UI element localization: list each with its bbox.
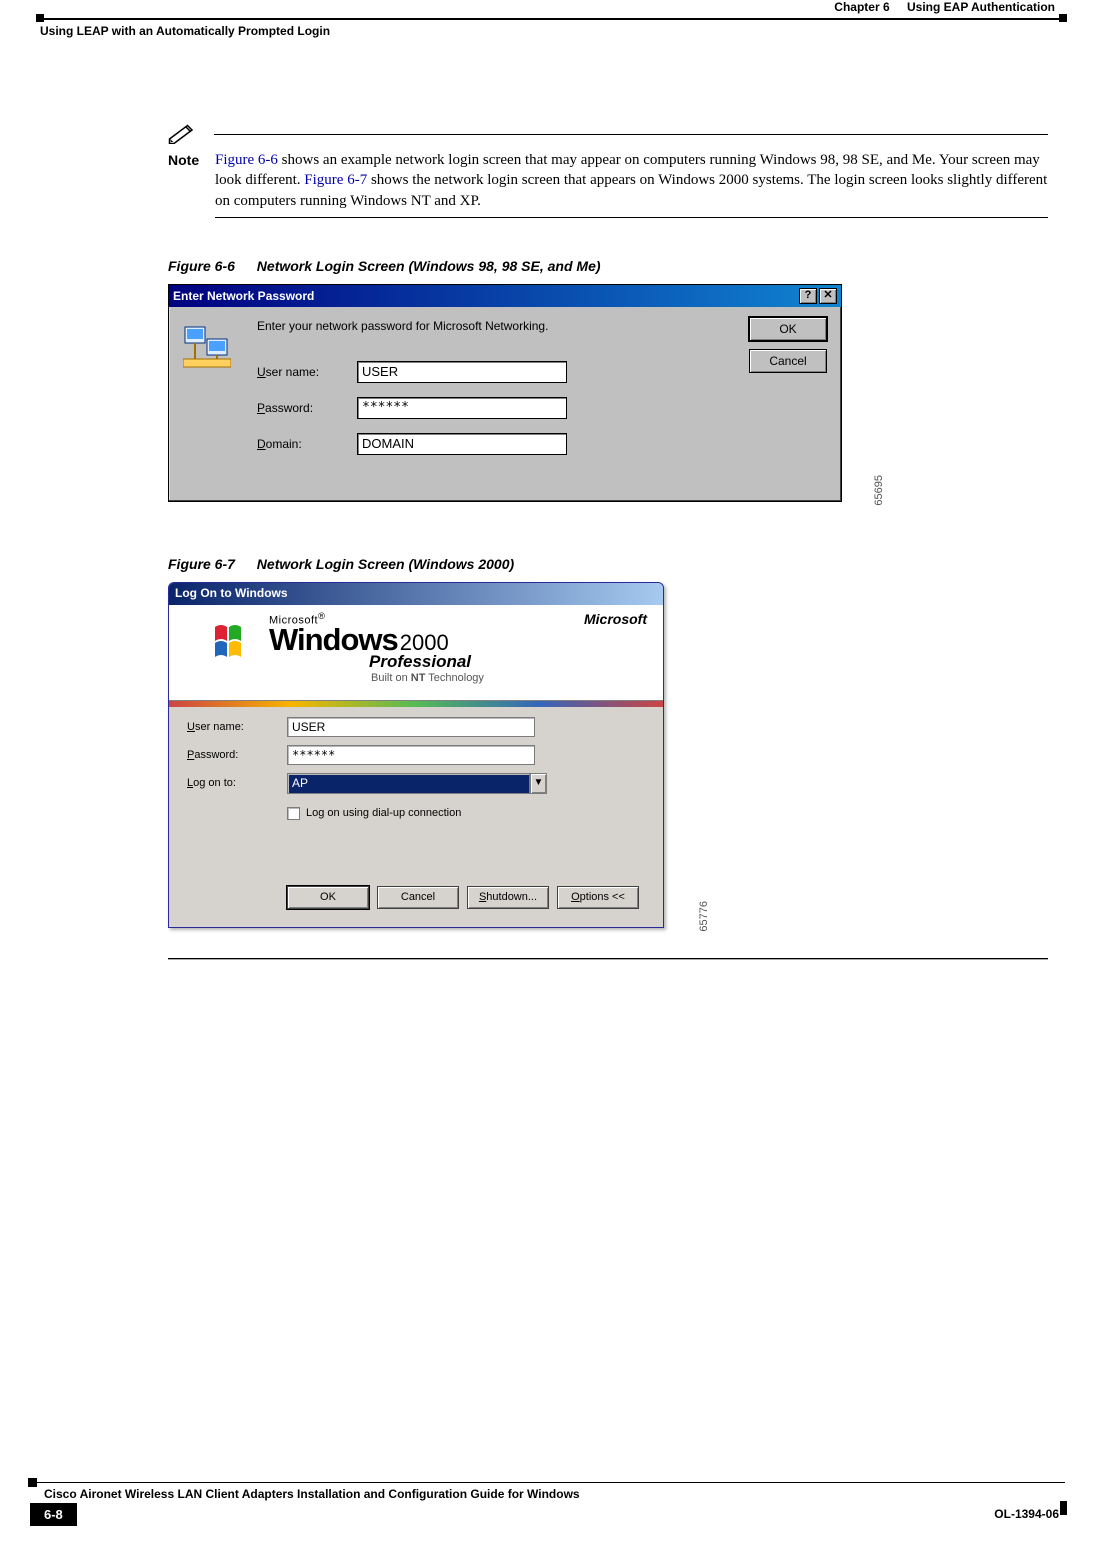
win2k-dialog: Log On to Windows Microsoft Microsoft® W…	[168, 582, 664, 928]
logonto-label: Log on to:	[187, 777, 236, 789]
page-number: 6-8	[30, 1503, 77, 1526]
page-content: Note Figure 6-6 shows an example network…	[168, 130, 1048, 960]
win98-prompt: Enter your network password for Microsof…	[257, 319, 548, 333]
note-body: Figure 6-6 shows an example network logi…	[215, 130, 1048, 211]
section-rule	[168, 958, 1048, 960]
windows-logo-text: Microsoft® Windows2000 Professional Buil…	[269, 611, 484, 685]
dialup-checkbox[interactable]: Log on using dial-up connection	[287, 807, 461, 820]
help-button[interactable]: ?	[799, 288, 817, 304]
xref-figure-6-6[interactable]: Figure 6-6	[215, 152, 278, 168]
figure-6-6-title: Network Login Screen (Windows 98, 98 SE,…	[257, 258, 601, 274]
header-rule	[38, 18, 1065, 20]
username-field[interactable]: USER	[357, 361, 567, 383]
ok-button[interactable]: OK	[749, 317, 827, 341]
win98-dialog: Enter Network Password ? ✕	[168, 284, 842, 502]
chapter-number: Chapter 6	[834, 0, 889, 14]
document-number: OL-1394-06	[994, 1507, 1065, 1521]
password-label-2k: Password:	[187, 749, 238, 761]
dialup-label: Log on using dial-up connection	[306, 807, 461, 819]
cancel-button[interactable]: Cancel	[749, 349, 827, 373]
win2k-title: Log On to Windows	[175, 586, 288, 600]
figure-6-7: 65776 Log On to Windows Microsoft Micros…	[168, 582, 688, 932]
network-icon	[183, 325, 231, 371]
figure-6-6-caption: Figure 6-6 Network Login Screen (Windows…	[168, 258, 1048, 274]
win98-title: Enter Network Password	[173, 289, 314, 303]
windows-flag-icon	[213, 623, 257, 663]
win2k-form: User name: USER Password: ****** Log on …	[169, 707, 663, 927]
cancel-button-2k[interactable]: Cancel	[377, 886, 459, 909]
username-label-2k: User name:	[187, 721, 244, 733]
logonto-combo[interactable]: AP ▼	[287, 773, 547, 794]
xref-figure-6-7[interactable]: Figure 6-7	[304, 172, 367, 188]
page-footer: Cisco Aironet Wireless LAN Client Adapte…	[30, 1482, 1065, 1525]
username-field-2k[interactable]: USER	[287, 717, 535, 737]
checkbox-icon[interactable]	[287, 807, 300, 820]
section-title: Using LEAP with an Automatically Prompte…	[40, 24, 330, 38]
figure-6-7-title: Network Login Screen (Windows 2000)	[257, 556, 514, 572]
close-button[interactable]: ✕	[819, 288, 837, 304]
logonto-value: AP	[287, 773, 530, 794]
domain-label: Domain:	[257, 437, 302, 451]
chapter-header: Chapter 6 Using EAP Authentication	[834, 0, 1055, 14]
chapter-title: Using EAP Authentication	[907, 0, 1055, 14]
ok-button-2k[interactable]: OK	[287, 886, 369, 909]
footer-rule	[30, 1482, 1065, 1483]
figure-6-6-id: 65695	[873, 475, 885, 506]
microsoft-logo-right: Microsoft	[584, 611, 647, 627]
note-label: Note	[168, 152, 199, 168]
footer-cap	[1060, 1501, 1067, 1515]
password-label: Password:	[257, 401, 313, 415]
note-rule-top	[214, 134, 1048, 135]
win2k-banner: Microsoft Microsoft® Windows2000 Profess…	[169, 605, 663, 701]
chevron-down-icon[interactable]: ▼	[530, 773, 547, 794]
pencil-icon	[168, 122, 198, 142]
figure-6-6: 65695 Enter Network Password ? ✕	[168, 284, 863, 506]
note-rule-bottom	[215, 217, 1048, 218]
domain-field[interactable]: DOMAIN	[357, 433, 567, 455]
figure-6-6-number: Figure 6-6	[168, 258, 235, 274]
shutdown-button[interactable]: Shutdown...	[467, 886, 549, 909]
password-field[interactable]: ******	[357, 397, 567, 419]
figure-6-7-caption: Figure 6-7 Network Login Screen (Windows…	[168, 556, 1048, 572]
button-row: OK Cancel Shutdown... Options <<	[287, 886, 639, 909]
figure-6-7-id: 65776	[698, 901, 710, 932]
note-block: Note Figure 6-6 shows an example network…	[168, 130, 1048, 218]
win98-titlebar: Enter Network Password ? ✕	[169, 285, 841, 307]
book-title: Cisco Aironet Wireless LAN Client Adapte…	[44, 1487, 1065, 1501]
options-button[interactable]: Options <<	[557, 886, 639, 909]
password-field-2k[interactable]: ******	[287, 745, 535, 765]
figure-6-7-number: Figure 6-7	[168, 556, 235, 572]
username-label: User name:	[257, 365, 319, 379]
win2k-titlebar: Log On to Windows	[169, 583, 663, 605]
